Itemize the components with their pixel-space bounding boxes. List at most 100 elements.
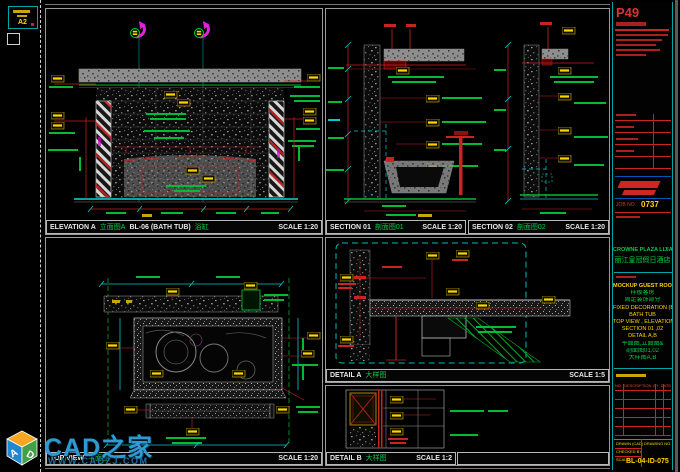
title-rule-top [614,272,672,273]
watermark-url: WWW.CADZJ.COM [48,456,149,466]
client-name: CROWNE PLAZA LIJIANG [613,248,672,254]
sheet-bottom-line [45,468,610,469]
sig-label-3 [616,138,638,140]
sections-drawing [326,9,609,220]
title-line: 平面图,立面图& [613,341,672,348]
section-marker-02 [195,21,211,38]
firm-line-4 [616,49,660,51]
sig-rule-5 [615,168,671,169]
elevation-a-label: ELEVATION A [50,224,96,231]
sig-rule-1 [615,120,671,121]
checked-label: CHECKED BY [616,450,642,454]
firm-logo [617,181,660,188]
rev-no-header: NO. [615,383,622,388]
elevation-a-scale: SCALE 1:20 [278,224,318,231]
detail-a-scale: SCALE 1:5 [569,372,605,379]
firm-line-2 [616,39,662,41]
top-view-drawing [46,238,322,451]
title-block: P49 JOB NO. 0737 CROWNE PLAZA LIJIANG 丽江… [612,2,673,470]
ceiling-slab [79,69,301,88]
firm-line-5 [616,54,646,56]
detail-a-label: DETAIL A [330,372,361,379]
firm-logo-2 [622,190,656,195]
stamp-mark [13,10,30,13]
logo-rule-top [615,176,671,177]
detail-a-wall [350,250,370,361]
firm-line-3 [616,44,656,46]
elevation-a-label-cn: 立面图A [100,224,126,231]
sheet-size-label: A2 [18,19,27,26]
drawing-no-label: DRAWING NO. [644,442,671,446]
bottom-rule [614,439,672,440]
detail-b-titlebar: DETAIL B 大样图 SCALE 1:2 [326,452,456,465]
section-02 [494,22,608,214]
elevation-a-code-cn: 浴缸 [195,224,209,231]
title-line: BATH TUB [613,312,672,319]
detail-a-titlebar: DETAIL A 大样图 SCALE 1:5 [326,369,609,382]
sheet-dashed-border [40,0,41,472]
title-line: 剖面图01,02 [613,348,672,355]
left-leaders [48,75,96,151]
rev-desc-header: DESCRIPTION [624,383,651,388]
sig-label-1 [616,114,636,116]
project-no-bar [616,216,640,218]
sig-rule-3 [615,144,671,145]
top-view-scale: SCALE 1:20 [278,455,318,462]
panel-elevation-a [45,8,323,235]
sheet-top-line [45,4,610,5]
elevation-a-code: BL-06 (BATH TUB) [129,224,190,231]
sig-label-2 [616,126,634,128]
detail-a-steps [386,316,540,362]
title-line: FIXED DECORATION (BL-06) [613,305,672,312]
firm-rule [615,29,669,31]
sig-vline [653,114,654,168]
panel-sections [325,8,610,235]
cad-home-logo: A D [3,429,41,467]
sheet-size-stamp: A2 [8,6,38,29]
section-01 [326,24,486,217]
detail-b-annotations [388,396,508,444]
detail-b-label: DETAIL B [330,455,362,462]
detail-b-label-cn: 大样图 [366,455,387,462]
section-02-label: SECTION 02 [472,224,513,231]
detail-b-scale: SCALE 1:2 [416,455,452,462]
drawing-title-bar [616,276,636,278]
client-name-cn: 丽江皇冠假日酒店 [613,257,672,264]
detail-a-drawing [326,238,609,368]
title-line: SECTION 01 ,02 [613,326,672,333]
section-marker-01 [131,21,147,38]
job-no-value: 0737 [641,201,659,209]
logo-rule-bottom [615,198,671,199]
detail-a-label-cn: 大样图 [365,372,386,379]
rev-heading-bar [616,374,646,377]
elevation-a-drawing [46,9,322,220]
title-line: 样板客房 [613,290,672,297]
panel-detail-a [325,237,610,383]
sheet-right-strip [675,0,678,472]
section-01-label-cn: 剖面图01 [375,224,404,231]
section-02-label-cn: 剖面图02 [517,224,546,231]
section-02-scale: SCALE 1:20 [565,224,605,231]
sig-label-4 [616,150,634,152]
title-line: 固定装饰部分 [613,297,672,304]
elevation-a-titlebar: ELEVATION A 立面图A BL-06 (BATH TUB) 浴缸 SCA… [46,220,322,234]
job-no-label: JOB NO. [616,203,636,208]
title-line: TOP VIEW , ELEVATION & [613,319,672,326]
section-01-titlebar: SECTION 01 剖面图01 SCALE 1:20 [326,220,466,234]
drawing-title-lines: MOCKUP GUEST ROOM 样板客房 固定装饰部分 FIXED DECO… [613,283,672,362]
left-column-hatch [96,101,111,197]
stamp-dot [31,23,34,26]
section-01-scale: SCALE 1:20 [422,224,462,231]
north-box [7,33,20,45]
sig-rule-4 [615,156,671,157]
stamp-mark2 [17,15,27,17]
section-02-titlebar: SECTION 02 剖面图02 SCALE 1:20 [468,220,609,234]
drawing-no-value: BL-04-ID-075 [626,458,669,465]
job-rule [615,212,671,213]
cad-sheet: A2 [0,0,680,472]
rev-rule-top [614,368,672,369]
title-line: DETAIL A,B [613,333,672,340]
firm-line-1 [616,34,668,36]
page-number: P49 [616,6,639,19]
drawn-label: DRAWN (CAD) [616,442,643,446]
